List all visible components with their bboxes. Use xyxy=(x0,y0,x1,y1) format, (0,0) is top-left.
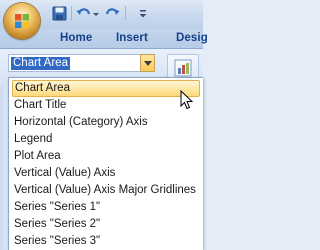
chevron-down-icon xyxy=(144,61,152,66)
dropdown-option-vertical-axis[interactable]: Vertical (Value) Axis xyxy=(12,165,200,182)
dropdown-option-series-3[interactable]: Series "Series 3" xyxy=(12,233,200,250)
tab-design[interactable]: Desig xyxy=(170,31,214,45)
format-selection-icon xyxy=(174,59,192,77)
undo-dropdown-icon[interactable] xyxy=(92,5,100,22)
dropdown-option-plot-area[interactable]: Plot Area xyxy=(12,148,200,165)
dropdown-option-chart-title[interactable]: Chart Title xyxy=(12,97,200,114)
tab-home[interactable]: Home xyxy=(54,31,98,45)
save-icon[interactable] xyxy=(51,5,68,22)
dropdown-option-horizontal-axis[interactable]: Horizontal (Category) Axis xyxy=(12,114,200,131)
chart-element-combobox[interactable]: Chart Area xyxy=(8,54,155,72)
tab-insert[interactable]: Insert xyxy=(110,31,154,45)
toolbar-separator xyxy=(71,6,72,20)
toolbar-separator xyxy=(125,6,126,20)
mouse-pointer-icon xyxy=(180,90,194,110)
ribbon-left-edge xyxy=(0,85,8,250)
redo-icon[interactable] xyxy=(104,5,121,22)
dropdown-option-series-2[interactable]: Series "Series 2" xyxy=(12,216,200,233)
chart-element-selected-value[interactable]: Chart Area xyxy=(11,57,70,70)
chart-element-dropdown-list: Chart Area Chart Title Horizontal (Categ… xyxy=(8,77,203,250)
dropdown-option-chart-area[interactable]: Chart Area xyxy=(12,80,200,97)
undo-icon[interactable] xyxy=(75,5,92,22)
dropdown-option-vertical-axis-gridlines[interactable]: Vertical (Value) Axis Major Gridlines xyxy=(12,182,200,199)
office-logo-icon xyxy=(15,14,29,28)
customize-toolbar-icon[interactable] xyxy=(138,5,148,22)
dropdown-option-legend[interactable]: Legend xyxy=(12,131,200,148)
combobox-dropdown-button[interactable] xyxy=(140,54,155,72)
office-button[interactable] xyxy=(4,3,40,39)
dropdown-option-series-1[interactable]: Series "Series 1" xyxy=(12,199,200,216)
